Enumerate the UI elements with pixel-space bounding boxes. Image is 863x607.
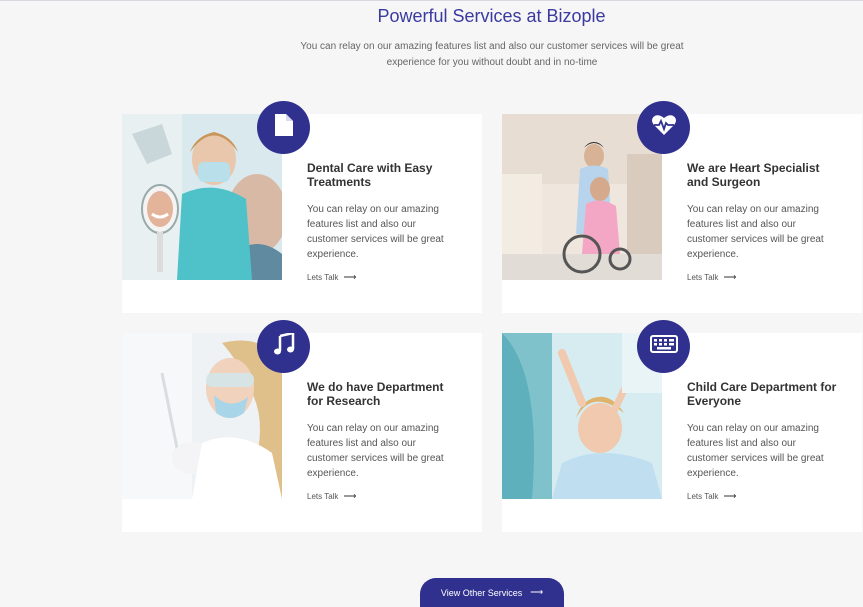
service-title: We are Heart Specialist and Surgeon	[687, 161, 820, 189]
research-photo	[122, 333, 282, 499]
lets-talk-link[interactable]: Lets Talk ⟶	[307, 272, 356, 283]
service-badge	[637, 320, 690, 373]
document-icon	[273, 113, 295, 142]
section-subtitle: You can relay on our amazing features li…	[300, 41, 684, 68]
service-title: We do have Department for Research	[307, 380, 444, 408]
arrow-right-icon: ⟶	[343, 491, 357, 501]
arrow-right-icon: ⟶	[530, 587, 544, 597]
service-description: You can relay on our amazing features li…	[307, 423, 444, 479]
service-title: Child Care Department for Everyone	[687, 380, 837, 408]
heartbeat-icon	[651, 114, 677, 141]
keyboard-icon	[649, 335, 678, 358]
dental-care-photo	[122, 114, 282, 280]
service-badge	[257, 320, 310, 373]
button-label: View Other Services	[440, 587, 523, 598]
service-description: You can relay on our amazing features li…	[687, 204, 824, 260]
service-card-heart: We are Heart Specialist and Surgeon You …	[502, 101, 862, 313]
music-note-icon	[273, 331, 295, 360]
service-badge	[257, 101, 310, 154]
link-label: Lets Talk	[687, 492, 719, 501]
service-card-dental: Dental Care with Easy Treatments You can…	[122, 101, 482, 313]
heart-specialist-photo	[502, 114, 662, 280]
service-card-child-care: Child Care Department for Everyone You c…	[502, 320, 862, 532]
link-label: Lets Talk	[307, 273, 339, 282]
arrow-right-icon: ⟶	[723, 491, 737, 501]
top-divider	[0, 0, 863, 1]
service-card-research: We do have Department for Research You c…	[122, 320, 482, 532]
link-label: Lets Talk	[687, 273, 719, 282]
arrow-right-icon: ⟶	[723, 272, 737, 282]
lets-talk-link[interactable]: Lets Talk ⟶	[687, 491, 736, 502]
section-title: Powerful Services at Bizople	[377, 6, 606, 26]
service-description: You can relay on our amazing features li…	[687, 423, 824, 479]
arrow-right-icon: ⟶	[343, 272, 357, 282]
service-title: Dental Care with Easy Treatments	[307, 161, 433, 189]
view-other-services-button[interactable]: View Other Services ⟶	[420, 578, 564, 607]
link-label: Lets Talk	[307, 492, 339, 501]
lets-talk-link[interactable]: Lets Talk ⟶	[687, 272, 736, 283]
child-care-photo	[502, 333, 662, 499]
service-description: You can relay on our amazing features li…	[307, 204, 444, 260]
lets-talk-link[interactable]: Lets Talk ⟶	[307, 491, 356, 502]
service-badge	[637, 101, 690, 154]
